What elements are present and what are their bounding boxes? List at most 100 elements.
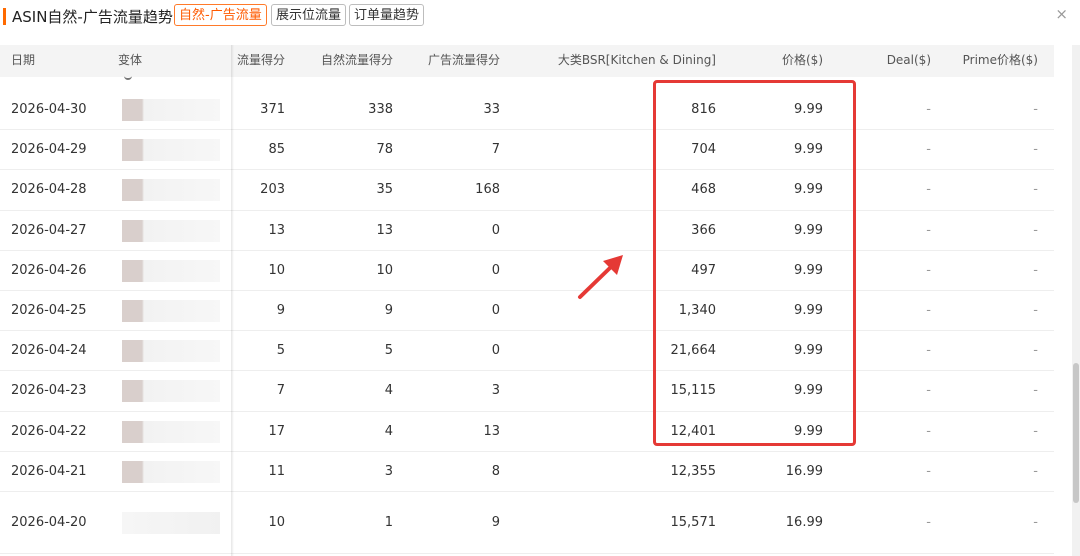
cell-prime-price: - xyxy=(1033,182,1038,198)
cell-date: 2026-04-25 xyxy=(11,303,87,319)
table-row[interactable]: 2026-04-28 203 35 168 468 9.99- - xyxy=(0,170,1054,211)
cell-prime-price: - xyxy=(1033,262,1038,278)
variant-thumbnail xyxy=(122,139,220,162)
variant-thumbnail-edge xyxy=(124,74,132,80)
col-header-prime-price[interactable]: Prime价格($) xyxy=(948,45,1038,77)
table-row[interactable]: 2026-04-21 11 3 8 12,355 16.99 - - xyxy=(0,452,1054,492)
variant-thumbnail xyxy=(122,99,220,122)
cell-traffic-score: 17 xyxy=(268,423,285,439)
cell-organic-score: 10 xyxy=(376,262,393,278)
cell-deal: - xyxy=(926,262,931,278)
variant-thumbnail xyxy=(122,300,220,323)
col-header-traffic-score[interactable]: 流量得分 xyxy=(225,45,285,77)
table-row[interactable]: 2026-04-22 17 4 13 12,401 9.99- - xyxy=(0,412,1054,452)
table-row[interactable]: 2026-04-23 7 4 3 15,115 9.99- - xyxy=(0,371,1054,412)
cell-deal: - xyxy=(926,423,931,439)
cell-ad-score: 9 xyxy=(491,515,500,530)
cell-date: 2026-04-29 xyxy=(11,142,87,158)
cell-organic-score: 78 xyxy=(376,142,393,158)
cell-organic-score: 3 xyxy=(384,463,393,479)
variant-thumbnail xyxy=(122,219,220,242)
dialog-header: ASIN自然-广告流量趋势 自然-广告流量 展示位流量 订单量趋势 × xyxy=(0,0,1080,34)
variant-thumbnail xyxy=(122,512,220,534)
col-header-deal[interactable]: Deal($) xyxy=(871,45,931,77)
cell-deal: - xyxy=(926,142,931,158)
accent-bar xyxy=(3,8,6,25)
cell-traffic-score: 11 xyxy=(268,463,285,479)
cell-date: 2026-04-21 xyxy=(11,463,87,479)
tab-placement-traffic[interactable]: 展示位流量 xyxy=(271,4,347,26)
cell-prime-price: - xyxy=(1033,102,1038,118)
col-header-ad-score[interactable]: 广告流量得分 xyxy=(410,45,500,77)
cell-organic-score: 338 xyxy=(368,102,393,118)
cell-date: 2026-04-30 xyxy=(11,102,87,118)
cell-bsr: 15,571 xyxy=(670,515,717,530)
cell-organic-score: 5 xyxy=(384,343,393,359)
table-row[interactable]: 2026-04-26 10 10 0 497 9.99- - xyxy=(0,251,1054,291)
dialog-title: ASIN自然-广告流量趋势 xyxy=(12,8,173,26)
cell-traffic-score: 10 xyxy=(268,262,285,278)
cell-prime-price: - xyxy=(1033,515,1038,530)
cell-prime-price: - xyxy=(1033,423,1038,439)
cell-ad-score: 33 xyxy=(483,102,500,118)
tab-organic-ad-traffic[interactable]: 自然-广告流量 xyxy=(174,4,267,26)
cell-traffic-score: 10 xyxy=(268,515,285,530)
table-row[interactable]: 2026-04-27 13 13 0 366 9.99- - xyxy=(0,211,1054,251)
cell-traffic-score: 9 xyxy=(276,303,285,319)
cell-date: 2026-04-26 xyxy=(11,262,87,278)
col-header-organic-score[interactable]: 自然流量得分 xyxy=(303,45,393,77)
cell-deal: - xyxy=(926,383,931,399)
col-header-price[interactable]: 价格($) xyxy=(763,45,823,77)
cell-date: 2026-04-24 xyxy=(11,343,87,359)
table-row[interactable]: 2026-04-30 371 338 33 816 9.99- - xyxy=(0,90,1054,131)
cell-deal: - xyxy=(926,343,931,359)
variant-thumbnail xyxy=(122,420,220,443)
cell-prime-price: - xyxy=(1033,383,1038,399)
cell-deal: - xyxy=(926,222,931,238)
cell-bsr: 12,355 xyxy=(670,463,717,479)
col-header-date[interactable]: 日期 xyxy=(11,45,35,77)
cell-deal: - xyxy=(926,463,931,479)
col-header-variant[interactable]: 变体 xyxy=(118,45,142,77)
cell-date: 2026-04-20 xyxy=(11,515,87,530)
cell-prime-price: - xyxy=(1033,463,1038,479)
cell-deal: - xyxy=(926,102,931,118)
cell-date: 2026-04-23 xyxy=(11,383,87,399)
red-arrow-icon xyxy=(578,255,623,299)
cell-organic-score: 1 xyxy=(384,515,393,530)
cell-deal: - xyxy=(926,182,931,198)
cell-price: 16.99 xyxy=(785,515,823,530)
cell-organic-score: 13 xyxy=(376,222,393,238)
table-header: 日期 变体 流量得分 自然流量得分 广告流量得分 大类BSR[Kitchen &… xyxy=(0,45,1054,77)
cell-prime-price: - xyxy=(1033,303,1038,319)
table-row[interactable]: 2026-04-25 9 9 0 1,340 9.99- - xyxy=(0,291,1054,332)
table-row[interactable]: 2026-04-29 85 78 7 704 9.99- - xyxy=(0,130,1054,171)
cell-ad-score: 8 xyxy=(491,463,500,479)
close-icon[interactable]: × xyxy=(1055,5,1068,23)
variant-thumbnail xyxy=(122,179,220,202)
cell-ad-score: 0 xyxy=(491,343,500,359)
variant-thumbnail xyxy=(122,380,220,403)
highlight-box-bsr-price xyxy=(653,80,856,446)
variant-thumbnail xyxy=(122,340,220,363)
cell-deal: - xyxy=(926,303,931,319)
col-header-bsr[interactable]: 大类BSR[Kitchen & Dining] xyxy=(516,45,716,77)
variant-thumbnail xyxy=(122,460,220,483)
cell-traffic-score: 13 xyxy=(268,222,285,238)
cell-ad-score: 0 xyxy=(491,222,500,238)
cell-traffic-score: 203 xyxy=(260,182,285,198)
table-row[interactable]: 2026-04-24 5 5 0 21,664 9.99- - xyxy=(0,331,1054,372)
vertical-scrollbar[interactable] xyxy=(1072,45,1080,556)
cell-ad-score: 7 xyxy=(491,142,500,158)
tab-order-trend[interactable]: 订单量趋势 xyxy=(349,4,425,26)
cell-traffic-score: 5 xyxy=(276,343,285,359)
scrollbar-thumb[interactable] xyxy=(1073,363,1079,503)
cell-traffic-score: 371 xyxy=(260,102,285,118)
variant-thumbnail xyxy=(122,259,220,282)
cell-deal: - xyxy=(926,515,931,530)
cell-date: 2026-04-28 xyxy=(11,182,87,198)
cell-ad-score: 0 xyxy=(491,262,500,278)
cell-price: 16.99 xyxy=(785,463,823,479)
cell-prime-price: - xyxy=(1033,343,1038,359)
table-row[interactable]: 2026-04-20 10 1 9 15,571 16.99 - - xyxy=(0,492,1054,554)
